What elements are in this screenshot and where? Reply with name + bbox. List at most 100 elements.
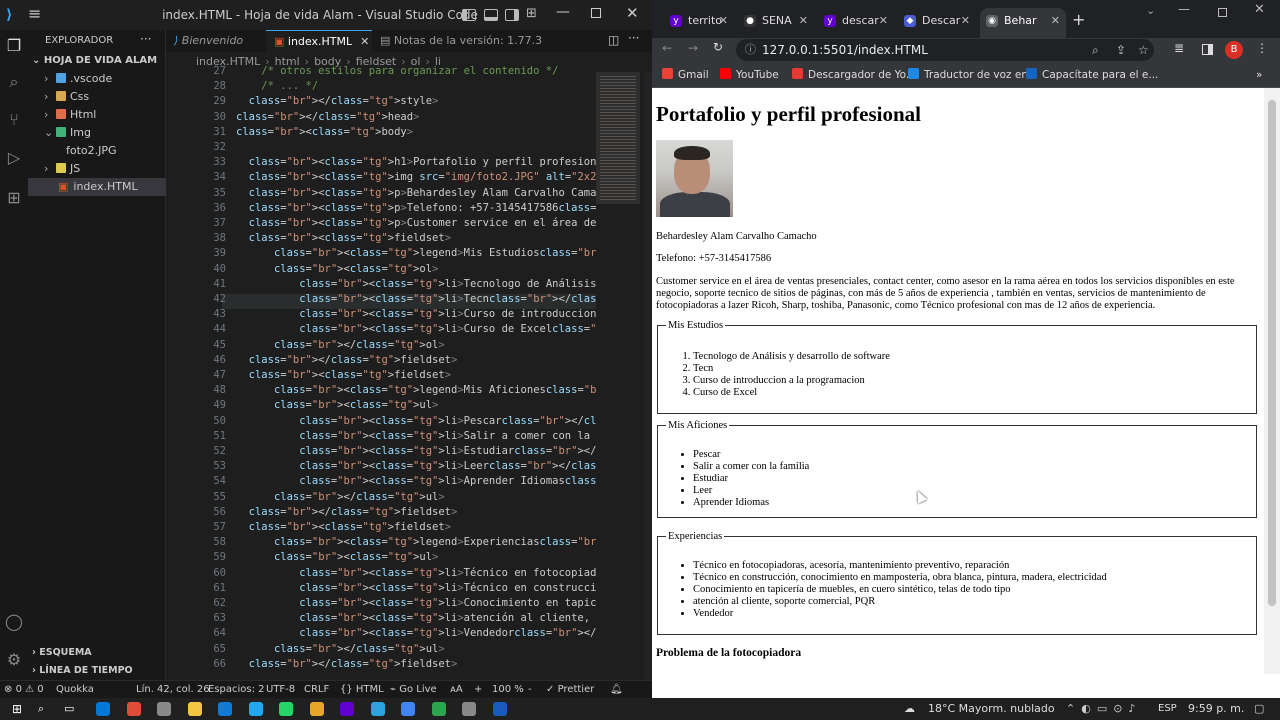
search-icon[interactable]: ⌕ — [2, 70, 26, 94]
minimize-icon[interactable]: — — [1178, 2, 1190, 16]
tree-item[interactable]: foto2.JPG — [28, 142, 166, 160]
tree-item[interactable]: ⌄ Img — [28, 124, 166, 142]
weather-text[interactable]: 18°C Mayorm. nublado — [928, 698, 1055, 720]
browser-tab[interactable]: ● SENA ✕ — [738, 8, 814, 38]
site-info-icon[interactable]: ⓘ — [745, 39, 756, 61]
run-debug-icon[interactable]: ▷ — [2, 146, 26, 170]
maps-icon[interactable] — [431, 702, 446, 716]
mail-app-icon[interactable] — [96, 702, 110, 716]
problems-indicator[interactable]: ⊗ 0 ⚠ 0 — [4, 681, 44, 698]
timeline-section[interactable]: › LÍNEA DE TIEMPO — [28, 662, 166, 680]
obs-icon[interactable] — [462, 702, 476, 716]
chrome-profile-icon[interactable] — [401, 702, 415, 716]
paint-app-icon[interactable] — [126, 702, 141, 716]
browser-tab[interactable]: ◆ Descar ✕ — [898, 8, 976, 38]
toggle-secondary-sidebar-icon[interactable] — [505, 9, 519, 21]
close-tab-icon[interactable]: ✕ — [799, 8, 808, 34]
extensions-icon[interactable]: ⊞ — [2, 186, 26, 210]
notifications-icon[interactable]: 🔔︎ — [610, 681, 623, 698]
language-mode[interactable]: {} HTML — [340, 681, 384, 698]
close-icon[interactable]: ✕ — [1254, 2, 1265, 17]
tab-index-html[interactable]: ▣ index.HTML ✕ — [266, 30, 372, 52]
edge-icon[interactable] — [218, 702, 232, 716]
more-bookmarks-icon[interactable]: » — [1256, 62, 1262, 88]
scrollbar[interactable] — [644, 72, 652, 680]
bookmark[interactable]: Traductor de voz en... — [908, 62, 1038, 88]
prettier-status[interactable]: ✓ Prettier — [546, 681, 594, 698]
address-bar[interactable]: ⓘ 127.0.0.1:5501/index.HTML ⌕ ⇪ ☆ — [736, 39, 1154, 61]
code-editor[interactable]: 27 /* otros estilos para organizar el co… — [166, 65, 652, 680]
toggle-primary-sidebar-icon[interactable] — [462, 9, 476, 21]
file-explorer-icon[interactable] — [187, 702, 202, 716]
forward-icon[interactable]: → — [688, 41, 698, 55]
close-icon[interactable]: ✕ — [626, 4, 639, 22]
page-scrollbar[interactable] — [1264, 88, 1280, 674]
whatsapp-icon[interactable] — [279, 702, 293, 716]
new-tab-icon[interactable]: + — [1072, 10, 1085, 29]
encoding[interactable]: UTF-8 — [266, 681, 295, 698]
toggle-panel-icon[interactable] — [484, 9, 498, 21]
browser-tab[interactable]: y territo ✕ — [664, 8, 734, 38]
zoom-level[interactable]: 100 % — [492, 681, 524, 698]
chrome-icon[interactable] — [309, 702, 324, 716]
maximize-icon[interactable] — [1218, 8, 1227, 17]
search-icon[interactable]: ⌕ — [38, 698, 44, 720]
clock[interactable]: 9:59 p. m. — [1188, 698, 1244, 720]
bookmark[interactable]: YouTube — [720, 62, 779, 88]
close-tab-icon[interactable]: ✕ — [719, 8, 728, 34]
bookmark[interactable]: Gmail — [662, 62, 709, 88]
go-live-button[interactable]: ⌁ Go Live — [390, 681, 437, 698]
media-control-icon[interactable]: ≣ — [1174, 41, 1184, 55]
back-icon[interactable]: ← — [662, 41, 672, 55]
customize-layout-icon[interactable]: ⊞ — [526, 6, 537, 21]
maximize-icon[interactable] — [591, 8, 601, 18]
language-indicator[interactable]: ESP — [1158, 698, 1177, 720]
end-of-line[interactable]: CRLF — [304, 681, 329, 698]
outline-section[interactable]: › ESQUEMA — [28, 644, 166, 662]
start-icon[interactable]: ⊞ — [12, 698, 22, 720]
bookmark[interactable]: Capacítate para el e... — [1026, 62, 1158, 88]
tree-item[interactable]: ▣ index.HTML — [28, 178, 166, 196]
explorer-icon[interactable]: ❐ — [2, 34, 26, 58]
bookmark[interactable]: Descargador de Yo... — [792, 62, 916, 88]
tree-item[interactable]: › Css — [28, 88, 166, 106]
close-tab-icon[interactable]: ✕ — [360, 35, 369, 48]
calculator-app-icon[interactable] — [157, 702, 171, 716]
split-editor-icon[interactable]: ◫ — [608, 33, 619, 47]
settings-gear-icon[interactable]: ⚙ — [2, 648, 26, 672]
close-tab-icon[interactable]: ✕ — [961, 8, 970, 34]
quokka-status[interactable]: Quokka — [56, 681, 94, 698]
bookmark-star-icon[interactable]: ☆ — [1138, 39, 1149, 61]
close-tab-icon[interactable]: ✕ — [1051, 8, 1060, 34]
browser-menu-icon[interactable]: ⋮ — [1256, 41, 1268, 55]
vscode-taskbar-icon[interactable] — [248, 702, 263, 716]
minimize-icon[interactable]: — — [556, 4, 570, 20]
profile-avatar[interactable]: B — [1225, 41, 1243, 59]
tree-item[interactable]: › JS — [28, 160, 166, 178]
tab-welcome[interactable]: ⟩ Bienvenido — [166, 30, 266, 52]
side-panel-icon[interactable] — [1202, 44, 1213, 55]
zoom-out-icon[interactable]: - — [528, 681, 532, 698]
more-actions-icon[interactable]: ··· — [140, 32, 151, 46]
yahoo-icon[interactable] — [340, 702, 354, 716]
notification-icon[interactable]: ▢ — [1254, 698, 1264, 720]
share-icon[interactable]: ⇪ — [1116, 39, 1126, 61]
zoom-in-icon[interactable]: + — [474, 681, 482, 698]
task-view-icon[interactable]: ▭ — [64, 698, 74, 720]
system-tray-icons[interactable]: ⌃◐▭⊙♪ — [1066, 698, 1141, 720]
tree-item[interactable]: › Html — [28, 106, 166, 124]
browser-tab[interactable]: ◉ Behar ✕ — [980, 8, 1066, 38]
tab-release-notes[interactable]: ▤ Notas de la versión: 1.77.3 — [372, 30, 542, 52]
account-icon[interactable]: ◯ — [2, 610, 26, 634]
reload-icon[interactable]: ↻ — [713, 40, 723, 54]
cursor-position[interactable]: Lín. 42, col. 26 — [136, 681, 210, 698]
browser-tab[interactable]: y descar ✕ — [818, 8, 894, 38]
word-icon[interactable] — [492, 702, 507, 716]
workspace-root[interactable]: ⌄ HOJA DE VIDA ALAM — [28, 52, 166, 70]
scrollbar-thumb[interactable] — [1268, 100, 1276, 606]
zoom-icon[interactable]: ⌕ — [1092, 39, 1099, 61]
source-control-icon[interactable]: ⑂ — [2, 108, 26, 132]
indentation[interactable]: Espacios: 2 — [208, 681, 265, 698]
font-size-icon[interactable]: ᴀA — [450, 681, 463, 698]
tab-search-icon[interactable]: ⌄ — [1146, 4, 1155, 17]
